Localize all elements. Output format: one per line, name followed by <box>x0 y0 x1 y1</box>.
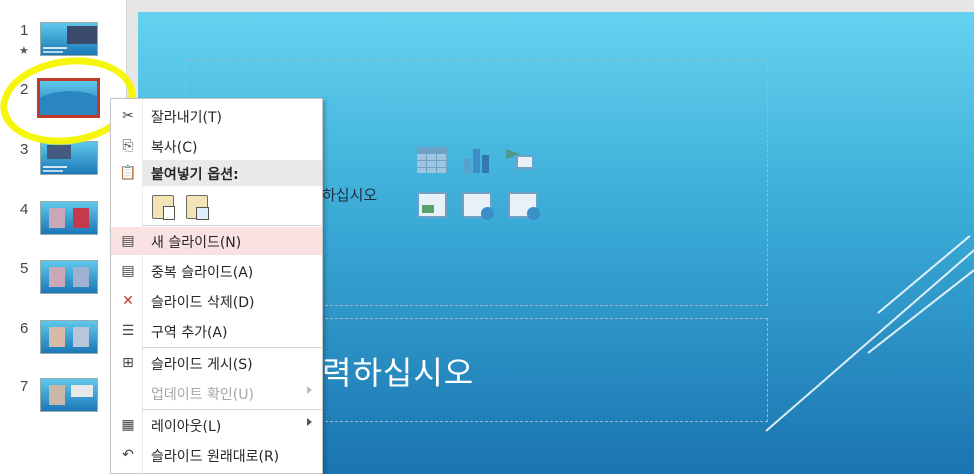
menu-item-add-section[interactable]: ☰ 구역 추가(A) <box>111 317 322 345</box>
duplicate-slide-icon: ▤ <box>121 263 135 279</box>
decorative-line <box>877 235 971 314</box>
add-section-icon: ☰ <box>121 323 135 339</box>
slide-thumbnail-image[interactable] <box>40 260 98 294</box>
menu-item-publish-slide[interactable]: ⊞ 슬라이드 게시(S) <box>111 349 322 377</box>
copy-icon: ⎘ <box>122 138 134 154</box>
thumbnail-photo <box>73 327 89 347</box>
slide-thumbnail-6[interactable]: 6 <box>0 320 127 364</box>
submenu-arrow-icon <box>307 418 312 426</box>
paste-icon: 📋 <box>119 165 137 181</box>
slide-thumbnail-image[interactable] <box>40 320 98 354</box>
powerpoint-window: 1 ★ 2 3 4 5 6 7 하십시오 력하십시오 ✂ 잘라내기(T) ⎘ 복… <box>0 0 974 474</box>
thumbnail-photo <box>49 267 65 287</box>
menu-item-label: 새 슬라이드(N) <box>151 235 242 251</box>
thumbnail-photo <box>73 208 89 228</box>
slide-thumbnail-5[interactable]: 5 <box>0 260 127 304</box>
slide-number: 7 <box>20 378 29 395</box>
menu-item-label: 복사(C) <box>151 140 198 156</box>
paste-options-label: 붙여넣기 옵션: <box>151 167 239 183</box>
menu-item-label: 슬라이드 게시(S) <box>151 357 253 373</box>
slide-thumbnail-image[interactable] <box>40 378 98 412</box>
decorative-line <box>867 266 974 354</box>
slide-thumbnail-3[interactable]: 3 <box>0 141 127 185</box>
menu-item-label: 슬라이드 삭제(D) <box>151 295 255 311</box>
slide-thumbnail-4[interactable]: 4 <box>0 201 127 245</box>
layout-icon: ▦ <box>121 417 135 433</box>
publish-slide-icon: ⊞ <box>122 355 134 371</box>
reset-slide-icon: ↶ <box>122 447 134 463</box>
slide-number: 3 <box>20 141 29 158</box>
context-menu: ✂ 잘라내기(T) ⎘ 복사(C) 붙여넣기 옵션: 📋 ▤ 새 슬라이드(N)… <box>110 98 323 474</box>
menu-item-label: 슬라이드 원래대로(R) <box>151 449 280 465</box>
new-slide-icon: ▤ <box>121 233 135 249</box>
slide-number: 1 <box>20 22 29 39</box>
menu-item-check-update: 업데이트 확인(U) <box>111 379 322 407</box>
insert-picture-icon[interactable] <box>417 192 447 218</box>
slide-thumbnail-image[interactable] <box>40 22 98 56</box>
menu-item-cut[interactable]: ✂ 잘라내기(T) <box>111 102 322 130</box>
insert-smartart-icon[interactable] <box>506 147 536 173</box>
menu-separator <box>142 347 322 348</box>
paste-options-heading: 붙여넣기 옵션: <box>142 160 322 186</box>
thumbnail-text-line <box>43 170 63 172</box>
decorative-line <box>765 246 974 432</box>
menu-separator <box>142 409 322 410</box>
insert-table-icon[interactable] <box>417 147 447 173</box>
thumbnail-text-line <box>43 47 67 49</box>
menu-separator <box>142 225 322 226</box>
menu-item-label: 레이아웃(L) <box>151 419 222 435</box>
thumbnail-text-line <box>43 51 63 53</box>
menu-item-label: 구역 추가(A) <box>151 325 228 341</box>
slide-thumbnail-image[interactable] <box>40 201 98 235</box>
insert-chart-icon[interactable] <box>462 147 492 173</box>
menu-item-reset-slide[interactable]: ↶ 슬라이드 원래대로(R) <box>111 441 322 469</box>
slide-thumbnail-7[interactable]: 7 <box>0 378 127 422</box>
insert-online-picture-icon[interactable] <box>462 192 494 220</box>
menu-item-delete-slide[interactable]: ✕ 슬라이드 삭제(D) <box>111 287 322 315</box>
menu-item-label: 업데이트 확인(U) <box>151 387 254 403</box>
menu-item-layout[interactable]: ▦ 레이아웃(L) <box>111 411 322 439</box>
slide-thumbnail-image[interactable] <box>40 141 98 175</box>
menu-item-new-slide[interactable]: ▤ 새 슬라이드(N) <box>111 227 322 255</box>
menu-item-label: 중복 슬라이드(A) <box>151 265 254 281</box>
animation-star-icon: ★ <box>19 44 29 57</box>
content-placeholder-text: 하십시오 <box>322 186 378 204</box>
thumbnail-photo <box>47 145 71 159</box>
scissors-icon: ✂ <box>122 108 134 124</box>
menu-item-copy[interactable]: ⎘ 복사(C) <box>111 132 322 160</box>
insert-video-icon[interactable] <box>508 192 540 220</box>
check-update-icon <box>118 384 138 402</box>
thumbnail-photo <box>67 26 97 44</box>
thumbnail-text-block <box>71 385 93 397</box>
thumbnail-text-line <box>43 166 67 168</box>
paste-as-picture-icon[interactable] <box>186 195 209 220</box>
menu-item-duplicate-slide[interactable]: ▤ 중복 슬라이드(A) <box>111 257 322 285</box>
slide-number: 4 <box>20 201 29 218</box>
thumbnail-photo <box>73 267 89 287</box>
slide-number: 5 <box>20 260 29 277</box>
slide-number: 6 <box>20 320 29 337</box>
paste-keep-source-icon[interactable] <box>152 195 175 220</box>
thumbnail-photo <box>49 208 65 228</box>
delete-slide-icon: ✕ <box>122 293 134 309</box>
menu-item-label: 잘라내기(T) <box>151 110 222 126</box>
thumbnail-photo <box>49 327 65 347</box>
title-placeholder-text: 력하십시오 <box>322 354 475 392</box>
submenu-arrow-icon <box>307 386 312 394</box>
thumbnail-photo <box>49 385 65 405</box>
